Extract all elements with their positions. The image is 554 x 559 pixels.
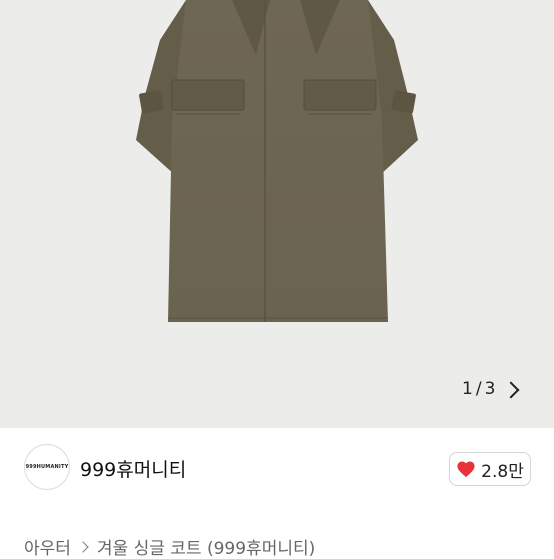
pager-total: 3	[484, 379, 496, 399]
like-count: 2.8만	[481, 461, 524, 482]
avatar-logo-text: 999HUMANITY	[25, 464, 69, 470]
pager-separator: /	[475, 379, 482, 399]
chevron-right-icon[interactable]	[502, 381, 520, 398]
seller-name[interactable]: 999휴머니티	[80, 455, 186, 482]
heart-icon	[457, 461, 475, 478]
breadcrumb: 아우터 겨울 싱글 코트 (999휴머니티)	[24, 534, 315, 559]
product-image-gallery[interactable]: 1 / 3	[0, 0, 554, 428]
coat-image	[136, 0, 418, 322]
breadcrumb-category[interactable]: 아우터	[24, 534, 71, 559]
like-button[interactable]: 2.8만	[449, 452, 531, 486]
pager-current: 1	[462, 379, 473, 399]
avatar[interactable]: 999HUMANITY	[24, 444, 70, 490]
image-pager[interactable]: 1 / 3	[462, 378, 520, 400]
product-title: 겨울 싱글 코트 (999휴머니티)	[96, 539, 316, 559]
chevron-right-icon	[77, 540, 89, 553]
